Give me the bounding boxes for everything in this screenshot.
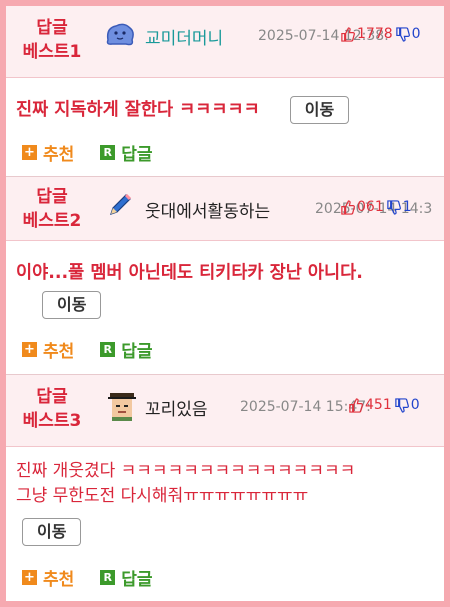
avatar[interactable] [106,191,138,223]
move-wrap: 이동 [22,518,82,546]
move-button[interactable]: 이동 [289,96,350,124]
reply-button[interactable]: 답글 [121,140,152,165]
best-label-line2: 베스트1 [22,42,82,62]
thumbs-up-icon[interactable] [340,26,355,42]
thumbs-down-icon[interactable] [395,26,410,42]
move-button[interactable]: 이동 [22,518,82,546]
vote-counts: 451 0 [348,397,420,413]
plus-icon: + [22,342,37,357]
best-label-line1: 답글 [36,187,68,207]
plus-icon: + [22,145,37,160]
avatar[interactable] [106,389,138,421]
nickname[interactable]: 교미더머니 [145,24,223,49]
reply-icon: R [100,570,116,585]
downvote-count: 0 [410,397,420,413]
best-badge: 답글 베스트2 [6,185,98,233]
reply-text: 진짜 지독하게 잘한다 ㅋㅋㅋㅋㅋ [16,100,260,120]
reply-icon: R [100,342,116,357]
reply-content: 진짜 개웃겼다 ㅋㅋㅋㅋㅋㅋㅋㅋㅋㅋㅋㅋㅋㅋㅋ 그냥 무한도전 다시해줘ㅠㅠㅠㅠ… [16,459,355,509]
vote-counts: 061 1 [340,199,412,215]
plus-icon: + [22,570,37,585]
downvote-count: 0 [411,26,421,42]
nickname[interactable]: 꼬리있음 [145,395,208,420]
best-reply-2: 답글 베스트2 웃대에서활동하는 2025-07-14 14:3 061 1 이… [6,177,444,374]
reply-button[interactable]: 답글 [121,337,152,362]
recommend-button[interactable]: 추천 [43,565,74,590]
recommend-button[interactable]: 추천 [43,337,74,362]
reply-text-line1: 진짜 개웃겼다 ㅋㅋㅋㅋㅋㅋㅋㅋㅋㅋㅋㅋㅋㅋㅋ [16,461,356,481]
recommend-button[interactable]: 추천 [43,140,74,165]
reply-actions: + 추천 R 답글 [22,337,153,362]
reply-text-line2: 그냥 무한도전 다시해줘ㅠㅠㅠㅠㅠㅠㅠㅠ [16,486,309,506]
move-wrap: 이동 [42,291,102,319]
reply-actions: + 추천 R 답글 [22,565,153,590]
thumbs-down-icon[interactable] [386,199,401,215]
upvote-count: 451 [365,397,392,413]
best-reply-3: 답글 베스트3 꼬리있음 2025-07-14 15:47: 451 0 진짜 … [6,375,444,601]
avatar[interactable] [104,20,136,52]
best-label-line2: 베스트2 [22,211,82,231]
best-badge: 답글 베스트1 [6,16,98,64]
reply-content: 진짜 지독하게 잘한다 ㅋㅋㅋㅋㅋ 이동 [16,96,350,124]
vote-counts: 1778 0 [340,26,421,42]
best-label-line2: 베스트3 [22,411,82,431]
best-reply-1: 답글 베스트1 교미더머니 2025-07-14 12:38: 1778 0 진… [6,6,444,176]
reply-actions: + 추천 R 답글 [22,140,153,165]
upvote-count: 1778 [357,26,393,42]
nickname[interactable]: 웃대에서활동하는 [145,197,270,222]
reply-text: 이야...풀 멤버 아닌데도 티키타카 장난 아니다. [16,263,363,283]
reply-icon: R [100,145,116,160]
best-label-line1: 답글 [36,18,68,38]
blob-avatar-icon [106,23,134,46]
thumbs-up-icon[interactable] [348,397,363,413]
pixel-face-avatar-icon [108,393,136,421]
thumbs-down-icon[interactable] [394,397,409,413]
upvote-count: 061 [357,199,384,215]
downvote-count: 1 [402,199,412,215]
best-badge: 답글 베스트3 [6,385,98,433]
best-label-line1: 답글 [36,387,68,407]
thumbs-up-icon[interactable] [340,199,355,215]
pencil-avatar-icon [110,193,132,215]
reply-button[interactable]: 답글 [121,565,152,590]
move-button[interactable]: 이동 [42,291,102,319]
